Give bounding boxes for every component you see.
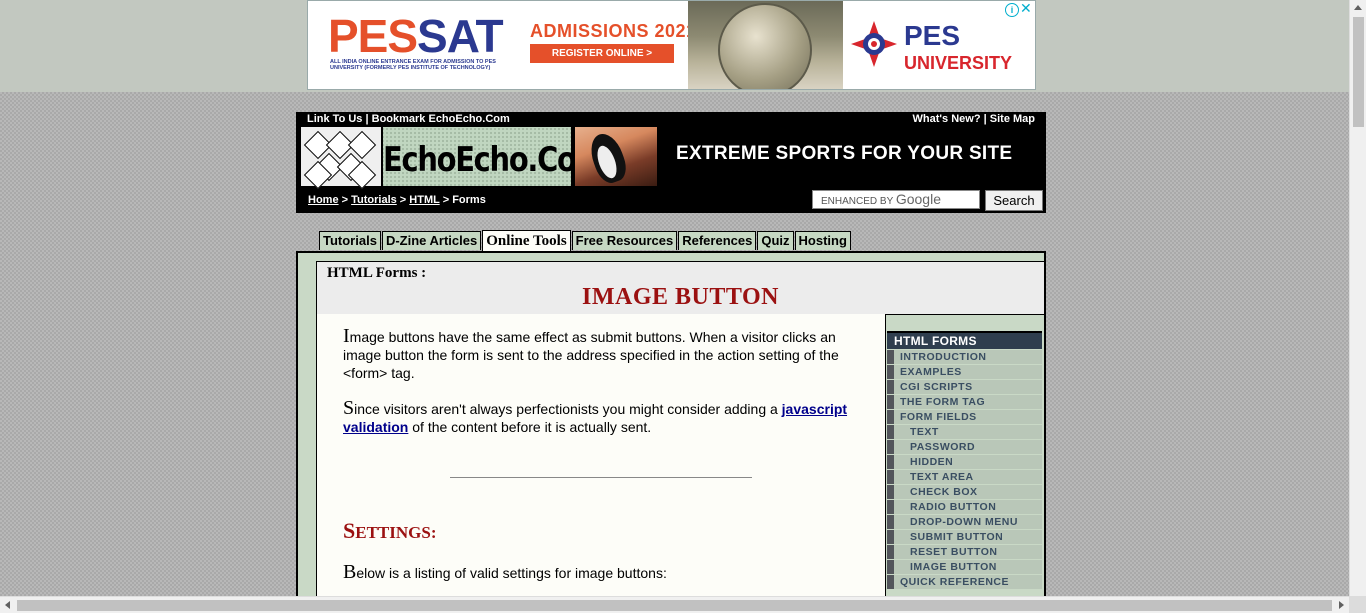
- paragraph-text: elow is a listing of valid settings for …: [356, 565, 667, 581]
- scroll-up-icon[interactable]: [1354, 5, 1362, 10]
- nav-item[interactable]: FORM FIELDS: [887, 410, 1042, 424]
- ad-photo: [688, 1, 843, 89]
- header-slogan: EXTREME SPORTS FOR YOUR SITE: [676, 143, 1013, 164]
- penguin-image: [575, 127, 657, 187]
- nav-item[interactable]: INTRODUCTION: [887, 350, 1042, 364]
- horizontal-scrollbar[interactable]: [0, 596, 1349, 613]
- breadcrumb-current: Forms: [452, 194, 486, 206]
- ad-brand-part2: SAT: [417, 10, 504, 62]
- drop-cap: I: [343, 325, 350, 347]
- page-title: IMAGE BUTTON: [582, 284, 779, 310]
- site-map-link[interactable]: Site Map: [990, 113, 1035, 125]
- scroll-thumb[interactable]: [17, 600, 1332, 611]
- logo-tiles-icon: [301, 127, 383, 190]
- ad-brand-part1: PES: [328, 10, 418, 62]
- paragraph-settings: Below is a listing of valid settings for…: [343, 561, 853, 583]
- search-button[interactable]: Search: [985, 190, 1043, 211]
- ad-university-line2: UNIVERSITY: [904, 53, 1013, 73]
- site-logo[interactable]: EchoEcho.Com: [301, 127, 606, 190]
- paragraph-validation: Since visitors aren't always perfectioni…: [343, 397, 853, 436]
- nav-item[interactable]: RADIO BUTTON: [887, 500, 1042, 514]
- article-body: Image buttons have the same effect as su…: [316, 314, 886, 604]
- vertical-scrollbar[interactable]: [1349, 0, 1366, 596]
- breadcrumb: Home > Tutorials > HTML > Forms: [308, 194, 486, 206]
- ad-banner[interactable]: PESSAT ALL INDIA ONLINE ENTRANCE EXAM FO…: [307, 0, 1036, 90]
- site-header: Link To Us | Bookmark EchoEcho.Com What'…: [296, 112, 1046, 213]
- tab-references[interactable]: References: [678, 231, 757, 250]
- breadcrumb-html[interactable]: HTML: [409, 194, 439, 206]
- info-icon[interactable]: i: [1005, 3, 1019, 17]
- html-forms-nav: HTML FORMS INTRODUCTION EXAMPLES CGI SCRIP…: [887, 331, 1042, 590]
- heading-rest: ETTINGS:: [355, 523, 437, 542]
- scroll-left-icon[interactable]: [5, 601, 10, 609]
- divider: [450, 477, 752, 478]
- tab-dzine-articles[interactable]: D-Zine Articles: [381, 231, 482, 250]
- whats-new-link[interactable]: What's New?: [913, 113, 981, 125]
- settings-heading: SETTINGS:: [343, 518, 437, 544]
- tab-quiz[interactable]: Quiz: [757, 231, 794, 250]
- close-icon[interactable]: ✕: [1020, 1, 1032, 15]
- tab-free-resources[interactable]: Free Resources: [571, 231, 678, 250]
- nav-item[interactable]: CGI SCRIPTS: [887, 380, 1042, 394]
- globe-image: [718, 3, 812, 89]
- paragraph-text: mage buttons have the same effect as sub…: [343, 329, 839, 381]
- header-left-links: Link To Us | Bookmark EchoEcho.Com: [307, 113, 510, 125]
- main-tabs: Tutorials D-Zine Articles Online Tools F…: [319, 230, 852, 252]
- google-logo: Google: [895, 191, 941, 207]
- search-placeholder: ENHANCED BY: [821, 196, 894, 207]
- search-input[interactable]: ENHANCED BY Google: [812, 190, 980, 209]
- nav-heading: HTML FORMS: [887, 331, 1042, 349]
- nav-item[interactable]: TEXT AREA: [887, 470, 1042, 484]
- paragraph-text: of the content before it is actually sen…: [408, 419, 652, 435]
- scroll-right-icon[interactable]: [1339, 601, 1344, 609]
- nav-item[interactable]: SUBMIT BUTTON: [887, 530, 1042, 544]
- tab-online-tools[interactable]: Online Tools: [482, 230, 571, 252]
- heading-initial: S: [343, 518, 356, 543]
- university-emblem-icon: [851, 21, 897, 67]
- tab-hosting[interactable]: Hosting: [794, 231, 851, 250]
- drop-cap: S: [343, 397, 355, 419]
- logo-text: EchoEcho.Com: [383, 140, 606, 180]
- title-box: HTML Forms : IMAGE BUTTON: [316, 261, 1045, 315]
- section-label: HTML Forms :: [327, 265, 427, 281]
- nav-item[interactable]: CHECK BOX: [887, 485, 1042, 499]
- paragraph-text: ince visitors aren't always perfectionis…: [354, 401, 782, 417]
- ad-university-line1: PES: [904, 20, 961, 51]
- ad-register-button[interactable]: REGISTER ONLINE >: [530, 44, 674, 63]
- nav-item[interactable]: RESET BUTTON: [887, 545, 1042, 559]
- nav-item[interactable]: DROP-DOWN MENU: [887, 515, 1042, 529]
- ad-brand: PESSAT: [328, 10, 504, 62]
- nav-item[interactable]: PASSWORD: [887, 440, 1042, 454]
- nav-item[interactable]: EXAMPLES: [887, 365, 1042, 379]
- breadcrumb-tutorials[interactable]: Tutorials: [351, 194, 397, 206]
- nav-item[interactable]: TEXT: [887, 425, 1042, 439]
- bookmark-link[interactable]: Bookmark EchoEcho.Com: [372, 113, 510, 125]
- nav-item[interactable]: HIDDEN: [887, 455, 1042, 469]
- scrollbar-corner: [1349, 596, 1366, 613]
- link-to-us-link[interactable]: Link To Us: [307, 113, 362, 125]
- ad-admissions: ADMISSIONS 2021: [530, 21, 697, 41]
- header-right-links: What's New? | Site Map: [912, 113, 1035, 125]
- tab-tutorials[interactable]: Tutorials: [319, 231, 381, 250]
- scroll-thumb[interactable]: [1353, 17, 1364, 127]
- ad-tagline: ALL INDIA ONLINE ENTRANCE EXAM FOR ADMIS…: [330, 59, 496, 71]
- drop-cap: B: [343, 561, 357, 583]
- paragraph-intro: Image buttons have the same effect as su…: [343, 325, 853, 382]
- nav-item[interactable]: QUICK REFERENCE: [887, 575, 1042, 589]
- nav-item[interactable]: THE FORM TAG: [887, 395, 1042, 409]
- nav-item[interactable]: IMAGE BUTTON: [887, 560, 1042, 574]
- breadcrumb-home[interactable]: Home: [308, 194, 339, 206]
